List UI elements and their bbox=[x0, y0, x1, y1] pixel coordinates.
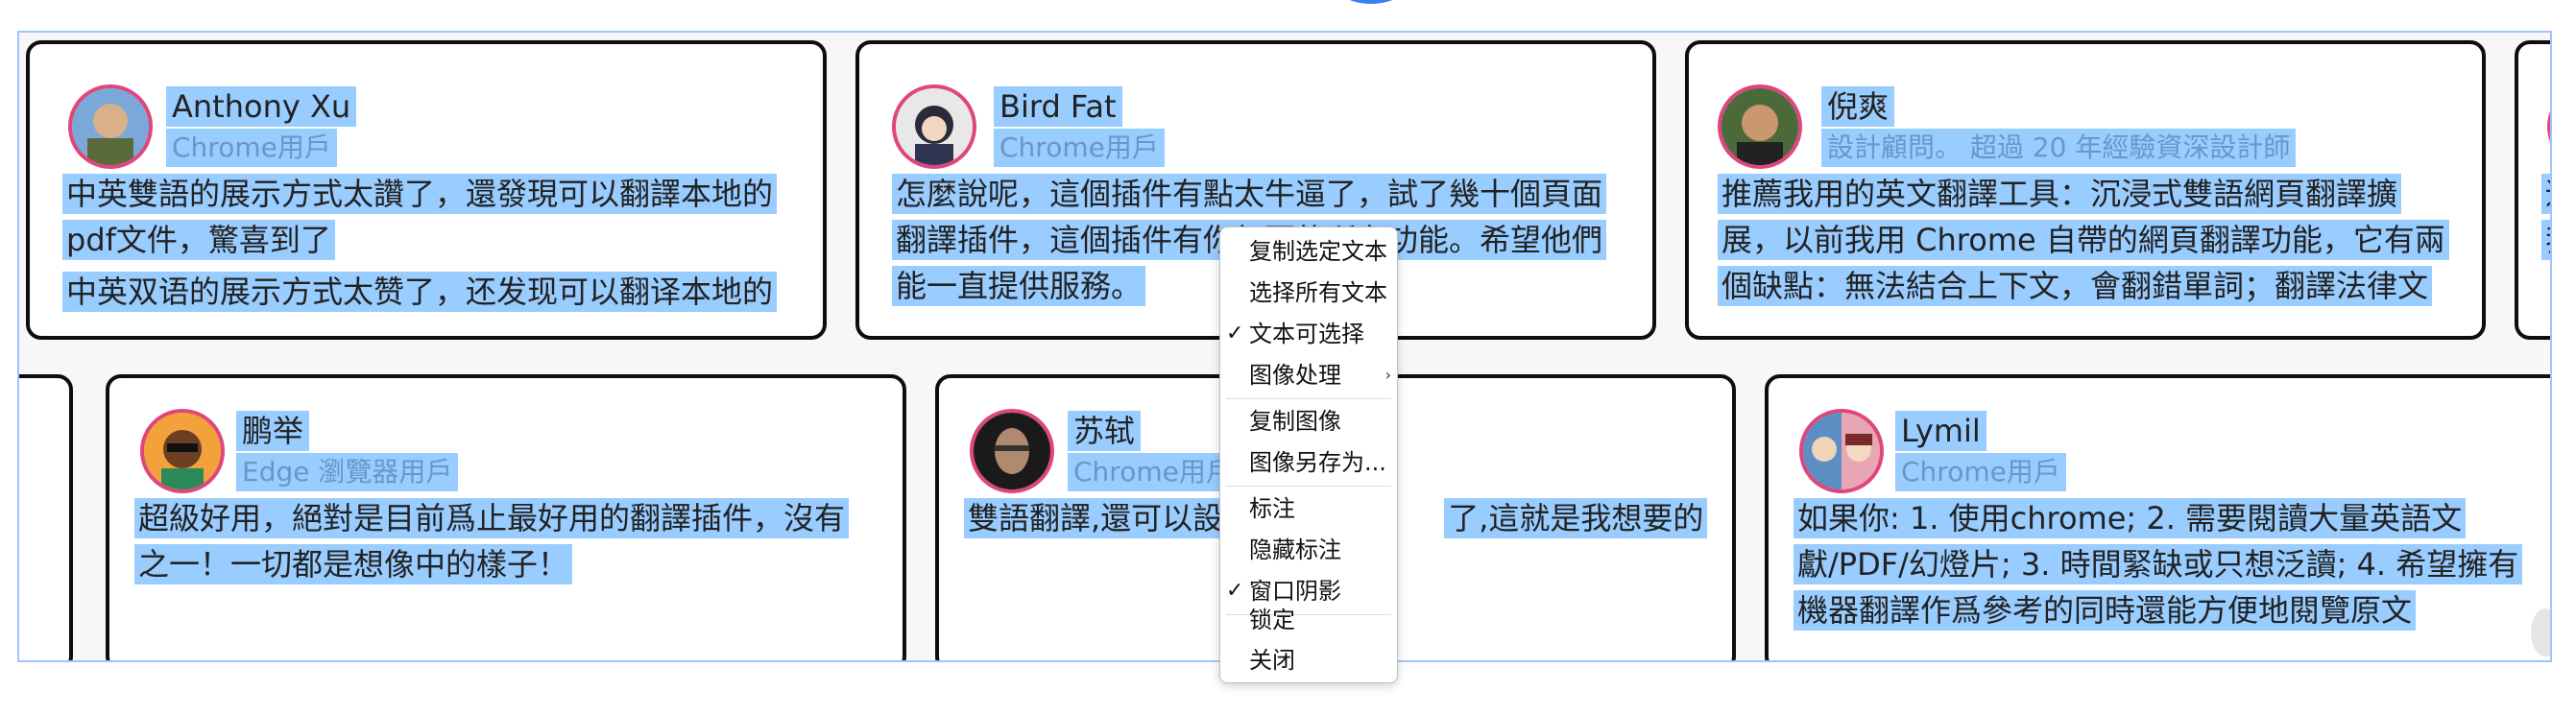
menu-item-label: 标注 bbox=[1249, 495, 1295, 522]
reviewer-subtitle: Chrome用戶 bbox=[1068, 453, 1239, 491]
review-text: 超級好用，絕對是目前爲止最好用的翻譯插件，沒有 之一！一切都是想像中的樣子！ bbox=[134, 495, 893, 587]
menu-separator bbox=[1226, 398, 1391, 399]
avatar bbox=[2547, 84, 2550, 169]
review-line: 如果你: 1. 使用chrome; 2. 需要閱讀大量英語文 bbox=[1794, 498, 2467, 538]
menu-separator bbox=[1226, 486, 1391, 487]
reviewer-subtitle: Edge 瀏覽器用戶 bbox=[236, 453, 459, 491]
review-text: 推薦我用的英文翻譯工具：沉浸式雙語網頁翻譯擴 展，以前我用 Chrome 自帶的… bbox=[1718, 171, 2476, 309]
review-card: Lymil Chrome用戶 如果你: 1. 使用chrome; 2. 需要閱讀… bbox=[1765, 374, 2550, 660]
review-line: 雙語翻譯,還可以設 bbox=[964, 498, 1228, 538]
review-line: 之一！一切都是想像中的樣子！ bbox=[134, 544, 573, 584]
avatar bbox=[68, 84, 153, 169]
review-card: 倪爽 設計顧問。 超過 20 年經驗資深設計師 推薦我用的英文翻譯工具：沉浸式雙… bbox=[1685, 40, 2486, 340]
review-card-partial: 适 我 bbox=[2515, 40, 2550, 340]
review-line: 中英雙語的展示方式太讚了，還發現可以翻譯本地的 bbox=[62, 174, 778, 214]
menu-item-save-image-as[interactable]: 图像另存为... bbox=[1220, 442, 1397, 483]
review-line: 獻/PDF/幻燈片; 3. 時間緊缺或只想泛讀; 4. 希望擁有 bbox=[1794, 544, 2523, 584]
reviewer-subtitle: Chrome用戶 bbox=[994, 129, 1165, 167]
menu-item-label: 图像另存为... bbox=[1249, 449, 1386, 476]
menu-item-label: 复制选定文本 bbox=[1249, 238, 1387, 265]
avatar bbox=[140, 409, 225, 493]
review-line: 機器翻譯作爲參考的同時還能方便地閱覽原文 bbox=[1794, 590, 2417, 631]
reviewer-subtitle: 設計顧問。 超過 20 年經驗資深設計師 bbox=[1821, 129, 2297, 167]
menu-item-label: 选择所有文本 bbox=[1249, 279, 1387, 306]
menu-item-image-processing[interactable]: 图像处理 › bbox=[1220, 355, 1397, 395]
reviewer-name: Bird Fat bbox=[994, 86, 1122, 127]
review-card-partial bbox=[19, 374, 73, 660]
review-text: 如果你: 1. 使用chrome; 2. 需要閱讀大量英語文 獻/PDF/幻燈片… bbox=[1794, 495, 2550, 633]
menu-item-hide-annotations[interactable]: 隐藏标注 bbox=[1220, 530, 1397, 570]
review-line: 中英双语的展示方式太赞了，还发现可以翻译本地的 bbox=[62, 272, 778, 312]
menu-item-label: 复制图像 bbox=[1249, 408, 1341, 435]
reviewer-name: Anthony Xu bbox=[166, 86, 357, 127]
review-line: 推薦我用的英文翻譯工具：沉浸式雙語網頁翻譯擴 bbox=[1718, 174, 2402, 214]
avatar bbox=[1718, 84, 1802, 169]
menu-item-label: 关闭 bbox=[1249, 647, 1295, 674]
review-line: pdf文件，驚喜到了 bbox=[62, 220, 335, 260]
menu-item-label: 锁定 bbox=[1249, 607, 1295, 633]
menu-item-label: 隐藏标注 bbox=[1249, 536, 1341, 563]
menu-item-text-selectable[interactable]: ✓ 文本可选择 bbox=[1220, 314, 1397, 354]
avatar bbox=[892, 84, 976, 169]
avatar bbox=[970, 409, 1054, 493]
review-line: 個缺點：無法結合上下文，會翻錯單詞；翻譯法律文 bbox=[1718, 266, 2433, 306]
reviewer-name: Lymil bbox=[1895, 411, 1986, 451]
reviewer-name: 苏轼 bbox=[1068, 411, 1142, 451]
top-status-dot bbox=[1331, 0, 1411, 4]
menu-item-copy-image[interactable]: 复制图像 bbox=[1220, 401, 1397, 441]
reviewer-subtitle: Chrome用戶 bbox=[1895, 453, 2066, 491]
context-menu: 复制选定文本 选择所有文本 ✓ 文本可选择 图像处理 › 复制图像 图像另存为.… bbox=[1219, 226, 1398, 683]
menu-item-lock[interactable]: 锁定 bbox=[1220, 600, 1397, 640]
reviewer-name: 鹏举 bbox=[236, 411, 310, 451]
review-line: 怎麼說呢，這個插件有點太牛逼了，試了幾十個頁面 bbox=[892, 174, 1607, 214]
review-line: 展，以前我用 Chrome 自帶的網頁翻譯功能，它有兩 bbox=[1718, 220, 2449, 260]
menu-item-select-all-text[interactable]: 选择所有文本 bbox=[1220, 273, 1397, 313]
review-line: 能一直提供服務。 bbox=[892, 266, 1146, 306]
reviewer-subtitle: Chrome用戶 bbox=[166, 129, 337, 167]
review-card: Anthony Xu Chrome用戶 中英雙語的展示方式太讚了，還發現可以翻譯… bbox=[26, 40, 827, 340]
menu-item-annotate[interactable]: 标注 bbox=[1220, 489, 1397, 529]
review-text: 中英雙語的展示方式太讚了，還發現可以翻譯本地的 pdf文件，驚喜到了 中英双语的… bbox=[62, 171, 811, 315]
check-icon: ✓ bbox=[1226, 322, 1244, 346]
review-line: 了,這就是我想要的 bbox=[1444, 498, 1708, 538]
submenu-arrow-icon: › bbox=[1384, 366, 1391, 384]
review-line: 适 bbox=[2541, 174, 2550, 214]
review-card: 鹏举 Edge 瀏覽器用戶 超級好用，絕對是目前爲止最好用的翻譯插件，沒有 之一… bbox=[106, 374, 906, 660]
menu-item-label: 图像处理 bbox=[1249, 362, 1341, 389]
menu-item-copy-selected-text[interactable]: 复制选定文本 bbox=[1220, 231, 1397, 272]
menu-item-label: 文本可选择 bbox=[1249, 321, 1364, 347]
review-line: 我 bbox=[2541, 220, 2550, 260]
review-line: 超級好用，絕對是目前爲止最好用的翻譯插件，沒有 bbox=[134, 498, 850, 538]
menu-item-close[interactable]: 关闭 bbox=[1220, 640, 1397, 680]
review-text: 适 我 bbox=[2541, 171, 2550, 263]
reviewer-name: 倪爽 bbox=[1821, 86, 1895, 127]
scroll-edge-button[interactable] bbox=[2531, 608, 2550, 656]
avatar bbox=[1799, 409, 1884, 493]
